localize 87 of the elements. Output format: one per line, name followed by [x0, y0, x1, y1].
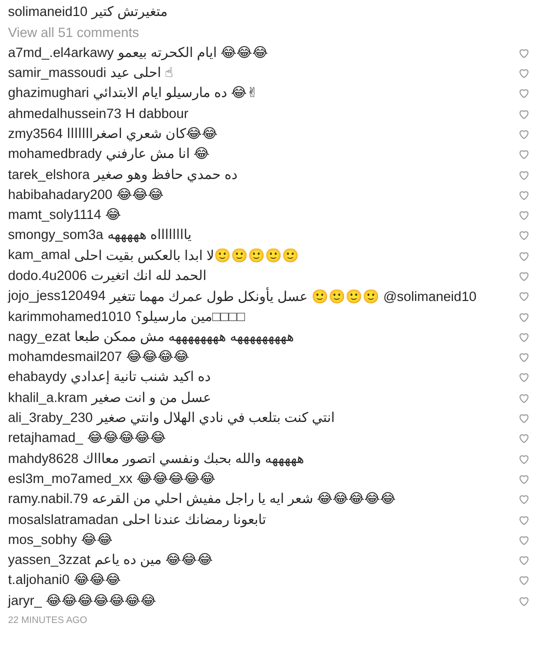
like-icon[interactable]: [518, 168, 530, 181]
comment-text: ايام الكحرته بيعمو 😂😂😂: [118, 44, 268, 61]
like-icon[interactable]: [518, 128, 530, 140]
username-link[interactable]: ali_3raby_230: [8, 410, 93, 426]
comment-text: عسل يأونكل طول عمرك مهما تتغير 🙂🙂🙂🙂 @solimaneid10: [110, 288, 476, 305]
like-icon[interactable]: [518, 514, 530, 526]
comment-text: 😂😂😂😂😂😂😂: [46, 592, 156, 609]
username-link[interactable]: mahdy8628: [8, 450, 79, 467]
comment-text: ده اكيد شنب تانية إعدادي: [70, 369, 211, 386]
comment-text: انا مش عارفني 😂: [106, 146, 210, 162]
username-link[interactable]: mamt_soly1114: [8, 207, 102, 224]
like-icon[interactable]: [518, 87, 530, 100]
like-icon[interactable]: [518, 250, 530, 262]
comment-text: ده مارسيلو ايام الابتدائي 😂✌: [93, 85, 258, 102]
like-icon[interactable]: [518, 188, 530, 201]
like-icon[interactable]: [518, 392, 530, 404]
like-icon[interactable]: [518, 412, 530, 424]
like-icon[interactable]: [518, 574, 530, 586]
comment-text: شعر ايه يا راجل مفيش احلي من القرعه 😂😂😂😂😂: [92, 491, 396, 508]
username-link[interactable]: jojo_jess120494: [8, 288, 106, 305]
username-link[interactable]: nagy_ezat: [8, 328, 70, 345]
like-icon[interactable]: [518, 452, 530, 465]
comment-text: H dabbour: [125, 106, 188, 122]
like-icon[interactable]: [518, 534, 530, 546]
username-link[interactable]: ghazimughari: [8, 85, 90, 102]
comment-text: لا ابدا بالعكس بقيت احلى🙂🙂🙂🙂🙂: [74, 247, 300, 264]
comment-text: 😂😂😂😂😂: [87, 430, 166, 446]
like-icon[interactable]: [518, 351, 530, 364]
username-link[interactable]: mohamedbrady: [8, 146, 102, 162]
like-icon[interactable]: [518, 229, 530, 242]
username-link[interactable]: ahmedalhussein73: [8, 106, 122, 122]
comment-text: احلى عيد ☝: [110, 65, 174, 82]
username-link[interactable]: yassen_3zzat: [8, 552, 91, 568]
comment-text: انتي كنت بتلعب في نادي الهلال وانتي صغير: [96, 410, 335, 426]
comment-text: 😂😂: [81, 532, 113, 548]
like-icon[interactable]: [518, 310, 530, 323]
username-link[interactable]: dodo.4u2006: [8, 268, 87, 284]
like-icon[interactable]: [518, 108, 530, 120]
comment-text: 😂😂😂😂😂: [136, 470, 216, 487]
comment-text: 😂😂😂: [116, 186, 164, 203]
like-icon[interactable]: [518, 371, 530, 384]
username-link[interactable]: mosalslatramadan: [8, 512, 118, 528]
username-link[interactable]: habibahadary200: [8, 186, 112, 203]
comment-text: مين مارسيلو؟□□□□: [135, 308, 245, 325]
username-link[interactable]: karimmohamed1010: [8, 308, 132, 325]
username-link[interactable]: esl3m_mo7amed_xx: [8, 470, 133, 487]
username-link[interactable]: khalil_a.kram: [8, 390, 88, 406]
username-link[interactable]: mos_sobhy: [8, 532, 78, 548]
username-link[interactable]: solimaneid10: [8, 4, 88, 20]
comment-text: تابعونا رمضانك عندنا احلى: [122, 512, 266, 528]
comment-text: 😂: [105, 207, 122, 224]
like-icon[interactable]: [518, 148, 530, 160]
comment-text: هههههه والله بحبك ونفسي اتصور معاااك: [82, 450, 304, 467]
comment-text: الحمد لله انك اتغيرت: [90, 268, 207, 284]
comment-text: مين ده ياعم 😂😂😂: [94, 552, 213, 568]
username-link[interactable]: tarek_elshora: [8, 166, 90, 183]
like-icon[interactable]: [518, 46, 530, 59]
username-link[interactable]: a7md_.el4arkawy: [8, 44, 114, 61]
username-link[interactable]: ramy.nabil.79: [8, 491, 88, 508]
comment-text: ده حمدي حافظ وهو صغير: [94, 166, 238, 183]
like-icon[interactable]: [518, 493, 530, 506]
like-icon[interactable]: [518, 67, 530, 80]
like-icon[interactable]: [518, 290, 530, 302]
comment-text: عسل من و انت صغير: [92, 390, 212, 406]
like-icon[interactable]: [518, 472, 530, 485]
username-link[interactable]: smongy_som3a: [8, 227, 104, 244]
username-link[interactable]: ehabaydy: [8, 369, 67, 386]
like-icon[interactable]: [518, 432, 530, 444]
like-icon[interactable]: [518, 554, 530, 566]
username-link[interactable]: t.aljohani0: [8, 572, 70, 588]
like-icon[interactable]: [518, 594, 530, 607]
comment-text: يااااااااه هههههه: [107, 227, 192, 244]
username-link[interactable]: kam_amal: [8, 247, 70, 264]
caption-text: متغيرتش كتير: [92, 4, 168, 20]
username-link[interactable]: jaryr_: [8, 592, 42, 609]
comment-text: 😂😂😂😂: [126, 349, 190, 366]
timestamp: 22 MINUTES AGO: [8, 614, 88, 626]
username-link[interactable]: samir_massoudi: [8, 65, 106, 82]
comment-text: 😂😂😂: [74, 572, 121, 588]
comment-text: كان شعري اصغرااااااا😂😂: [66, 126, 218, 142]
like-icon[interactable]: [518, 209, 530, 222]
like-icon[interactable]: [518, 330, 530, 343]
username-link[interactable]: zmy3564: [8, 126, 63, 142]
username-link[interactable]: retajhamad_: [8, 430, 84, 446]
like-icon[interactable]: [518, 270, 530, 282]
username-link[interactable]: mohamdesmail207: [8, 349, 122, 366]
comment-text: هههههههههه ههههههههه مش ممكن طبعا: [74, 328, 294, 345]
